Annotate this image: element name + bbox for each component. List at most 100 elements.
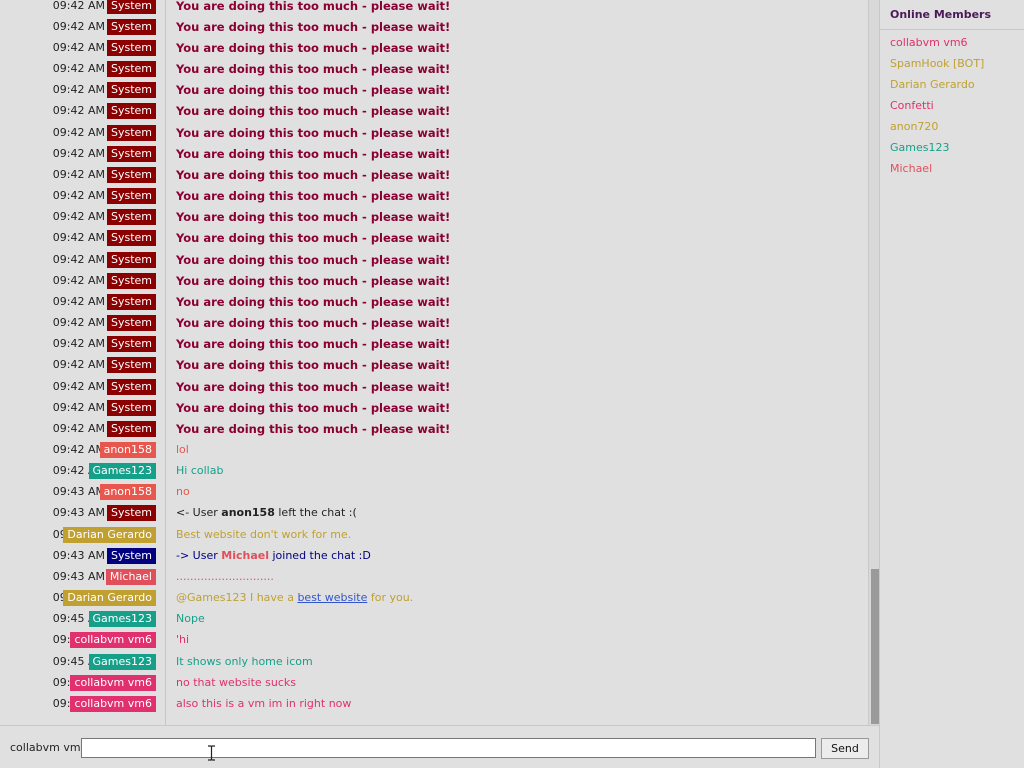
online-member[interactable]: Confetti [880, 95, 1024, 116]
message-timestamp: 09:43 AM [52, 569, 105, 583]
message-timestamp: 09:42 AM [52, 231, 105, 245]
message-text: also this is a vm im in right now [176, 696, 352, 710]
chat-message-row: 09:45 AM Games123 Nope [0, 609, 868, 630]
message-username-badge: System [106, 378, 156, 395]
message-text: You are doing this too much - please wai… [176, 358, 451, 373]
online-members-title: Online Members [880, 0, 1024, 30]
online-member[interactable]: anon720 [880, 116, 1024, 137]
message-text: You are doing this too much - please wai… [176, 189, 451, 204]
message-text: ............................ [176, 569, 274, 583]
message-username-badge: System [106, 145, 156, 162]
message-text: no [176, 485, 190, 499]
message-timestamp: 09:42 AM [52, 400, 105, 414]
chat-message-row: 09:43 AM anon158 no [0, 482, 868, 503]
message-text: You are doing this too much - please wai… [176, 421, 451, 436]
message-timestamp: 09:42 AM [52, 337, 105, 351]
message-timestamp: 09:42 AM [52, 252, 105, 266]
message-username-badge: Games123 [88, 463, 156, 480]
message-username-badge: System [106, 230, 156, 247]
message-timestamp: 09:42 AM [52, 273, 105, 287]
chat-message-row: 09:42 AM System You are doing this too muc… [0, 144, 868, 165]
online-member[interactable]: SpamHook [BOT] [880, 53, 1024, 74]
chat-message-row: 09:42 AM System You are doing this too muc… [0, 228, 868, 249]
chat-input[interactable] [81, 738, 816, 758]
chat-message-row: 09:42 AM System You are doing this too muc… [0, 165, 868, 186]
chat-message-row: 09:43 AM Michael.........................… [0, 567, 868, 588]
message-timestamp: 09:42 AM [52, 41, 105, 54]
message-text: You are doing this too much - please wai… [176, 316, 451, 331]
message-text: <- User anon158 left the chat :( [176, 506, 357, 520]
message-username-badge: System [106, 336, 156, 353]
chat-message-row: 09:42 AM System You are doing this too muc… [0, 80, 868, 101]
chat-message-row: 09:42 AM System You are doing this too muc… [0, 355, 868, 376]
online-members-panel: Online Members collabvm vm6 SpamHook [BOT… [879, 0, 1024, 768]
message-text: Hi collab [176, 464, 224, 478]
mentioned-username: Michael [221, 548, 269, 562]
message-username-badge: System [106, 357, 156, 374]
message-text-part: left the chat :( [274, 506, 357, 520]
chat-message-row: 09:42 AM System You are doing this too muc… [0, 271, 868, 292]
online-member[interactable]: Games123 [880, 137, 1024, 158]
message-text: You are doing this too much - please wai… [176, 379, 451, 394]
message-username-badge: collabvm vm6 [70, 632, 156, 649]
message-username-badge: Michael [105, 568, 156, 585]
online-member[interactable]: Darian Gerardo [880, 74, 1024, 95]
message-username-badge: collabvm vm6 [70, 695, 156, 712]
message-timestamp: 09:42 AM [52, 167, 105, 181]
send-button[interactable]: Send [821, 738, 869, 759]
message-username-badge: collabvm vm6 [70, 674, 156, 691]
message-timestamp: 09:42 AM [52, 146, 105, 160]
message-text: It shows only home icom [176, 654, 313, 668]
message-text-part: <- User [176, 506, 222, 520]
message-timestamp: 09:42 AM [52, 316, 105, 330]
chat-input-bar: collabvm vm6 Send [0, 725, 879, 768]
message-timestamp: 09:42 AM [52, 358, 105, 372]
message-username-badge: System [106, 420, 156, 437]
chat-message-row: 09:42 AM System You are doing this too muc… [0, 334, 868, 355]
chat-message-row: 09:45 AMcollabvm vm6no that website suck… [0, 673, 868, 694]
chat-message-row: 09:42 AM System You are doing this too muc… [0, 207, 868, 228]
message-timestamp: 09:42 AM [52, 104, 105, 118]
chat-message-row: 09:43 AMDarian GerardoBest website don't… [0, 525, 868, 546]
message-link[interactable]: best website [297, 591, 367, 604]
chat-message-row: 09:42 AM System You are doing this too muc… [0, 313, 868, 334]
message-timestamp: 09:42 AM [52, 19, 105, 33]
chat-message-row: 09:42 AM System You are doing this too muc… [0, 101, 868, 122]
mentioned-username: anon158 [221, 506, 275, 520]
message-username-badge: System [106, 61, 156, 78]
message-text: lol [176, 442, 189, 456]
message-username-badge: System [106, 315, 156, 332]
message-timestamp: 09:42 AM [52, 210, 105, 224]
message-timestamp: 09:43 AM [52, 506, 105, 520]
message-text-part: -> User [176, 548, 222, 562]
message-text-part: @Games123 I have a [176, 591, 298, 605]
message-username-badge: Darian Gerardo [63, 526, 156, 543]
message-username-badge: System [106, 166, 156, 183]
message-text: You are doing this too much - please wai… [176, 83, 451, 98]
message-text: You are doing this too much - please wai… [176, 146, 451, 161]
message-username-badge: Games123 [88, 653, 156, 670]
message-username-badge: Games123 [88, 611, 156, 628]
message-timestamp: 09:42 AM [52, 294, 105, 308]
message-username-badge: System [106, 505, 156, 522]
message-username-badge: System [106, 103, 156, 120]
message-text: You are doing this too much - please wai… [176, 273, 451, 288]
online-member[interactable]: collabvm vm6 [880, 32, 1024, 53]
message-text-part: for you. [367, 591, 414, 605]
chat-message-row: 09:42 AM Games123 Hi collab [0, 461, 868, 482]
message-text: You are doing this too much - please wai… [176, 167, 451, 182]
online-member[interactable]: Michael [880, 158, 1024, 179]
message-username-badge: System [106, 40, 156, 56]
message-text: -> User Michael joined the chat :D [176, 549, 371, 563]
chat-message-row: 09:46 AMcollabvm vm6also this is a vm im… [0, 694, 868, 715]
chat-message-row: 09:42 AM System You are doing this too muc… [0, 419, 868, 440]
message-username-badge: System [106, 0, 156, 14]
chat-message-row: 09:42 AM System You are doing this too muc… [0, 123, 868, 144]
message-username-badge: System [106, 399, 156, 416]
chat-scrollbar-thumb[interactable] [871, 569, 879, 724]
message-username-badge: System [106, 124, 156, 141]
chat-message-row: 09:42 AM System You are doing this too muc… [0, 292, 868, 313]
chat-message-row: 09:42 AM System You are doing this too muc… [0, 250, 868, 271]
chat-message-row: 09:42 AM System You are doing this too muc… [0, 186, 868, 207]
message-username-badge: anon158 [99, 484, 156, 501]
